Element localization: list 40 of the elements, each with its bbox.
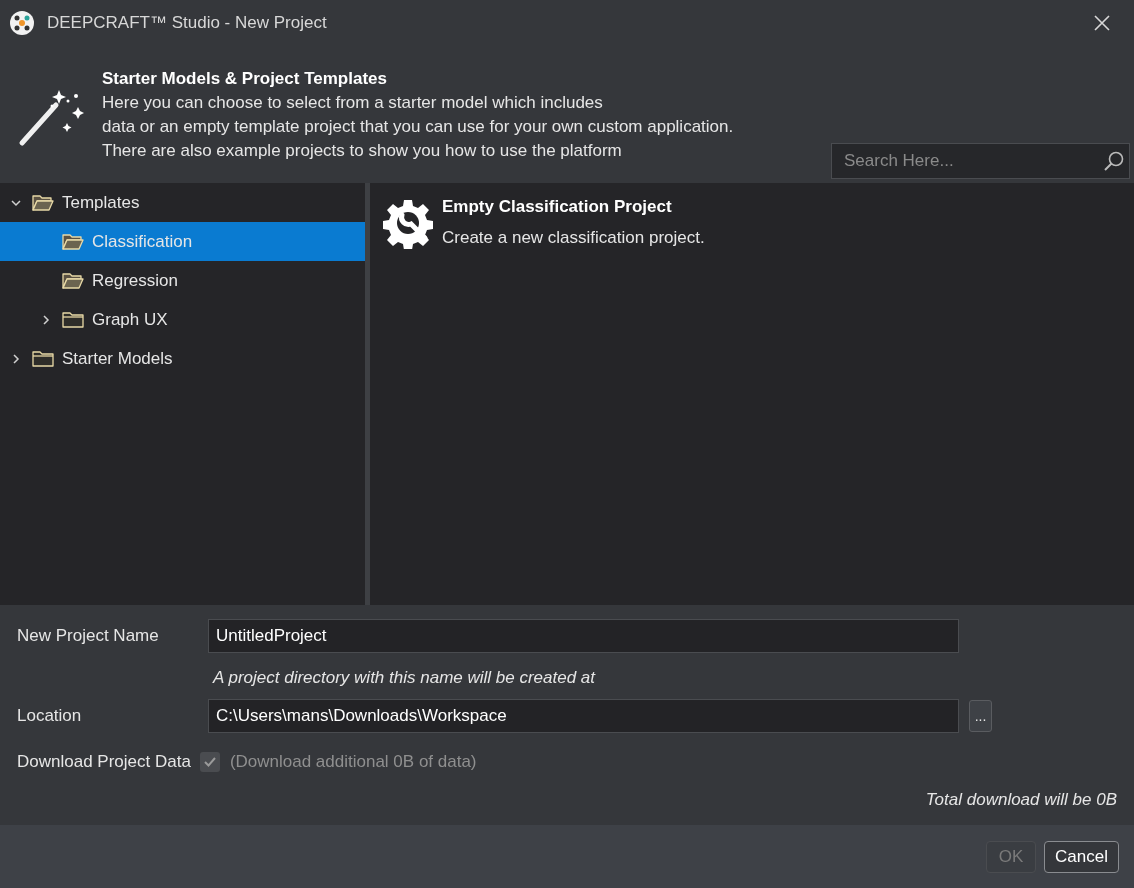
- download-note: (Download additional 0B of data): [229, 750, 477, 773]
- project-name-field[interactable]: UntitledProject: [208, 619, 959, 653]
- header-description: Here you can choose to select from a starter model which includes: [102, 92, 604, 114]
- tree-item[interactable]: Classification: [0, 222, 365, 261]
- tree-label: Graph UX: [92, 308, 168, 331]
- search-icon: [1103, 150, 1125, 172]
- tree-item[interactable]: Regression: [0, 261, 365, 300]
- template-item[interactable]: Empty Classification Project Create a new classification project.: [382, 197, 1134, 252]
- field-label: New Project Name: [17, 625, 160, 648]
- app-logo-icon: [9, 9, 35, 36]
- header-description: data or an empty template project that you can use for your own custom application.: [102, 116, 734, 138]
- field-label: Location: [17, 704, 83, 727]
- tree-item[interactable]: Templates: [0, 183, 365, 222]
- tree-label: Classification: [92, 230, 193, 253]
- chevron-right-icon[interactable]: [40, 313, 52, 326]
- tree-label: Starter Models: [62, 347, 173, 370]
- tree-label: Templates: [62, 191, 140, 214]
- open-folder-icon: [32, 193, 54, 212]
- tree-item[interactable]: Starter Models: [0, 339, 365, 378]
- folder-icon: [62, 310, 84, 329]
- folder-icon: [32, 349, 54, 368]
- close-icon: [1093, 13, 1111, 32]
- open-folder-icon: [62, 232, 84, 251]
- tree-item[interactable]: Graph UX: [0, 300, 365, 339]
- gear-wrench-icon: [382, 197, 434, 249]
- open-folder-icon: [62, 271, 84, 290]
- total-download-text: Total download will be 0B: [925, 788, 1117, 811]
- header-title: Starter Models & Project Templates: [102, 68, 388, 90]
- cancel-button[interactable]: Cancel: [1044, 840, 1119, 873]
- browse-button[interactable]: ...: [969, 699, 992, 732]
- search-field[interactable]: Search Here...: [831, 143, 1130, 179]
- template-description: Create a new classification project.: [442, 227, 705, 249]
- window-title: DEEPCRAFT™ Studio - New Project: [47, 11, 327, 34]
- chevron-right-icon[interactable]: [10, 352, 22, 365]
- header-description: There are also example projects to show you how to use the platform: [102, 140, 623, 162]
- template-title: Empty Classification Project: [442, 196, 673, 218]
- hint-text: A project directory with this name will be created at: [213, 667, 597, 689]
- tree-label: Regression: [92, 269, 178, 292]
- location-field[interactable]: C:\Users\mans\Downloads\Workspace: [208, 698, 959, 733]
- field-label: Download Project Data: [17, 750, 191, 773]
